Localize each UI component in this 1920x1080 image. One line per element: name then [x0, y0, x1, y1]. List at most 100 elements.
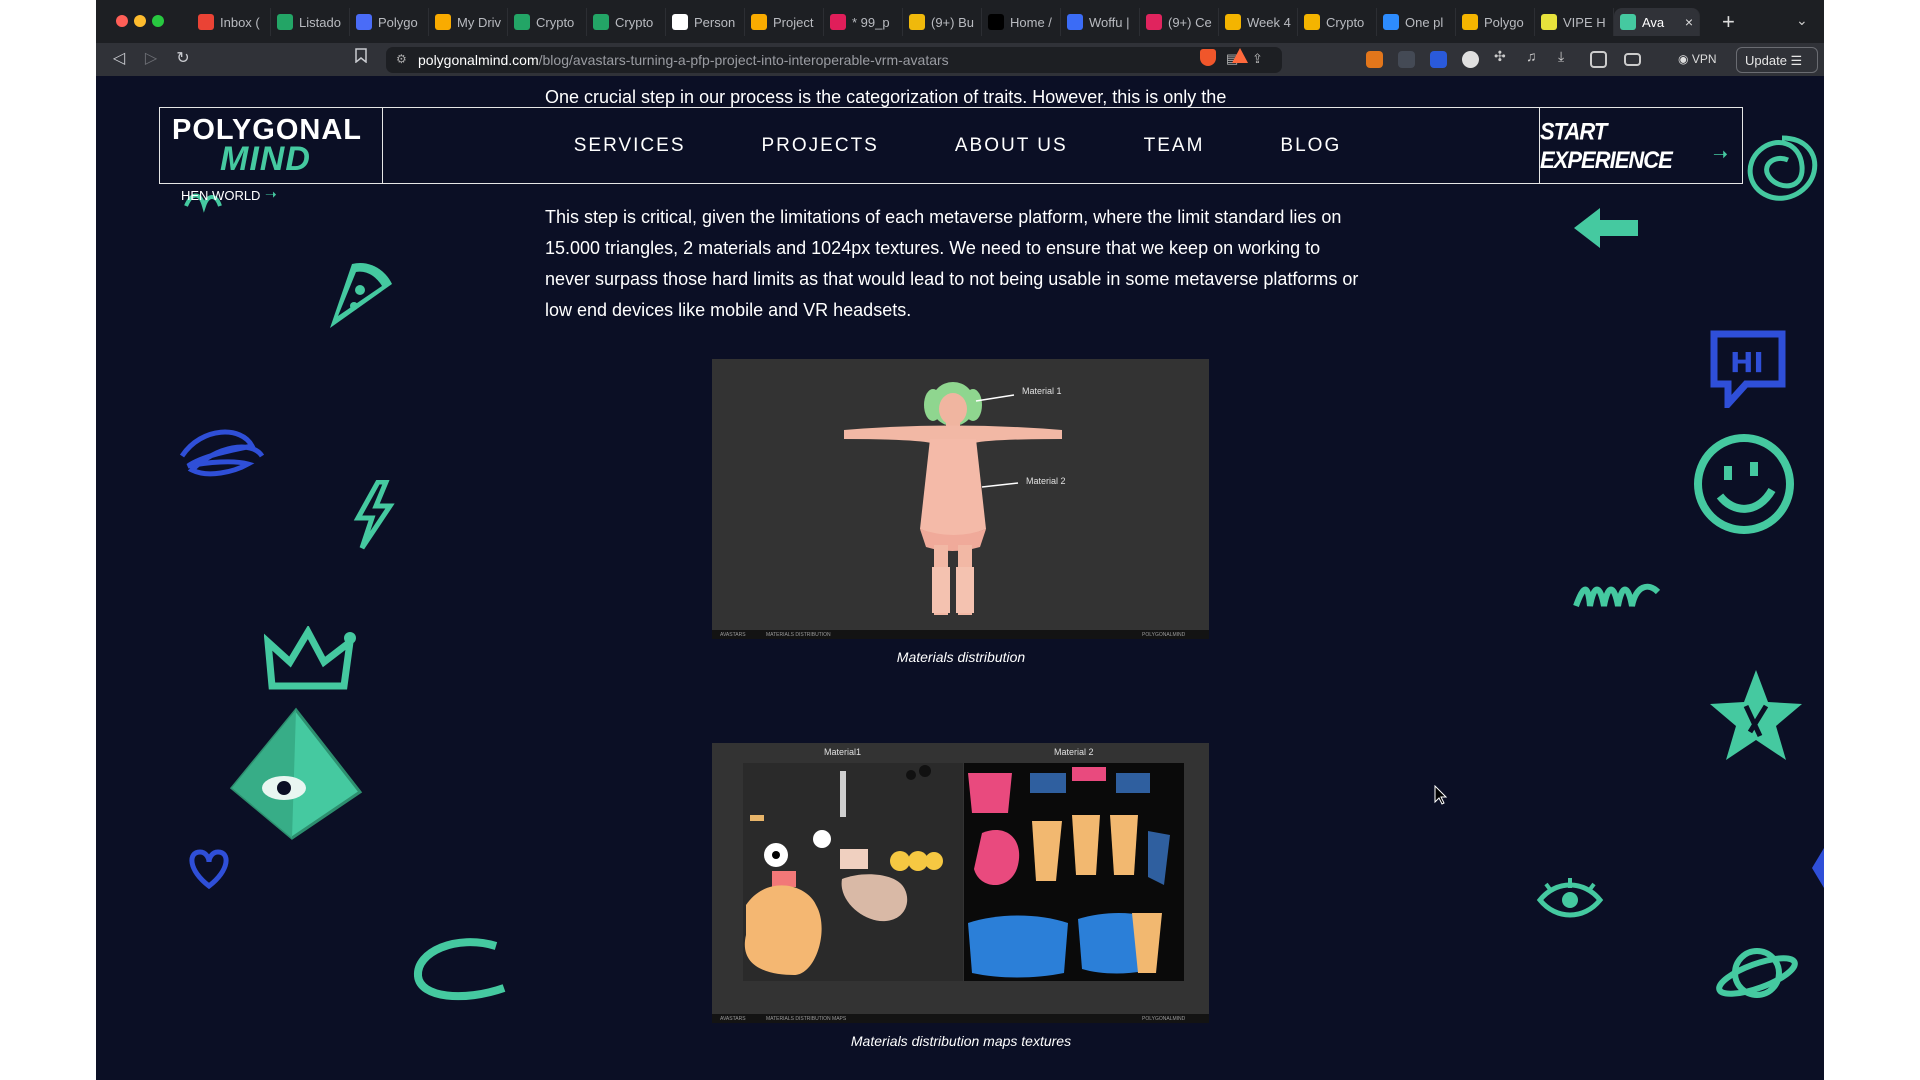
- tab-favicon-icon: [1383, 14, 1399, 30]
- tab[interactable]: Polygo: [350, 8, 429, 36]
- footer-right: POLYGONALMIND: [1142, 632, 1186, 638]
- figure-footer: AVASTARS MATERIALS DISTRIBUTION POLYGONA…: [712, 630, 1209, 639]
- reload-button[interactable]: ↻: [172, 48, 194, 68]
- pyramid-eye-icon: [229, 707, 363, 840]
- tab[interactable]: VIPE H: [1535, 8, 1614, 36]
- sidebar-toggle-icon[interactable]: [1590, 51, 1607, 68]
- blue-scribble-icon: [179, 429, 264, 477]
- back-button[interactable]: ◁: [108, 48, 130, 68]
- tab-strip: Inbox (Listado Polygo My Driv Crypto Crypto P…: [192, 8, 1700, 36]
- tab-title: Week 4: [1247, 14, 1291, 30]
- tab[interactable]: Week 4: [1219, 8, 1298, 36]
- nav-services[interactable]: SERVICES: [574, 135, 686, 157]
- crown-icon: [264, 626, 356, 690]
- tab-title: Woffu |: [1089, 14, 1130, 30]
- extension-icon[interactable]: [1398, 51, 1415, 68]
- tab-favicon-icon: [909, 14, 925, 30]
- tab[interactable]: Polygo: [1456, 8, 1535, 36]
- logo[interactable]: POLYGONAL MIND: [160, 108, 383, 183]
- tab-list-chevron-icon[interactable]: ⌄: [1796, 12, 1808, 29]
- tab[interactable]: Listado: [271, 8, 350, 36]
- tab-close-icon[interactable]: ×: [1685, 14, 1693, 30]
- tab-favicon-icon: [830, 14, 846, 30]
- extension-icon[interactable]: [1430, 51, 1447, 68]
- extensions-puzzle-icon[interactable]: ✣: [1494, 48, 1511, 65]
- logo-text-bottom: MIND: [220, 140, 311, 178]
- tab-favicon-icon: [1462, 14, 1478, 30]
- url-path: /blog/avastars-turning-a-pfp-project-int…: [538, 52, 949, 68]
- tab[interactable]: (9+) Bu: [903, 8, 982, 36]
- footer-mid: MATERIALS DISTRIBUTION: [766, 632, 831, 638]
- metamask-extension-icon[interactable]: [1366, 51, 1383, 68]
- start-experience-label: START EXPERIENCE: [1540, 116, 1673, 173]
- window-close-button[interactable]: [116, 15, 128, 27]
- scribble-circle-icon: [1747, 135, 1818, 201]
- tab-title: Listado: [299, 14, 341, 30]
- site-settings-icon[interactable]: ⚙: [396, 52, 407, 66]
- tab-favicon-icon: [593, 14, 609, 30]
- arrow-right-icon: ➝: [265, 186, 277, 202]
- tab-title: Polygo: [378, 14, 418, 30]
- tab-favicon-icon: [435, 14, 451, 30]
- lightning-icon: [353, 480, 395, 550]
- vpn-button[interactable]: ◉ VPN: [1678, 52, 1717, 66]
- tab-favicon-icon: [988, 14, 1004, 30]
- start-experience-button[interactable]: START EXPERIENCE ➝: [1539, 108, 1742, 183]
- nav-about-us[interactable]: ABOUT US: [955, 135, 1068, 157]
- tab-favicon-icon: [1541, 14, 1557, 30]
- window-maximize-button[interactable]: [152, 15, 164, 27]
- blue-shape-icon: [1812, 848, 1824, 888]
- bookmark-icon[interactable]: [350, 48, 372, 68]
- tab[interactable]: Crypto: [508, 8, 587, 36]
- browser-window: Inbox (Listado Polygo My Driv Crypto Crypto P…: [96, 0, 1824, 1080]
- share-icon[interactable]: ⇪: [1252, 51, 1263, 67]
- tab[interactable]: * 99_p: [824, 8, 903, 36]
- heart-icon: [189, 849, 229, 890]
- tab[interactable]: Crypto: [587, 8, 666, 36]
- intro-text-end: . However, this is only the: [1022, 87, 1227, 107]
- smiley-face-icon: [1694, 434, 1794, 534]
- tab[interactable]: Crypto: [1298, 8, 1377, 36]
- brave-shield-icon[interactable]: [1200, 49, 1216, 66]
- tab[interactable]: (9+) Ce: [1140, 8, 1219, 36]
- new-tab-button[interactable]: +: [1722, 10, 1735, 34]
- update-button[interactable]: Update ☰: [1736, 47, 1818, 73]
- footer-mid: MATERIALS DISTRIBUTION MAPS: [766, 1016, 847, 1022]
- address-bar[interactable]: ⚙ polygonalmind.com/blog/avastars-turnin…: [386, 47, 1282, 73]
- arrow-right-icon: ➝: [1712, 144, 1728, 164]
- nav-team[interactable]: TEAM: [1144, 135, 1205, 157]
- footer-left: AVASTARS: [720, 632, 746, 638]
- tab[interactable]: Ava ×: [1614, 8, 1700, 36]
- url-text: polygonalmind.com/blog/avastars-turning-…: [418, 52, 949, 68]
- texture-maps: [743, 763, 1184, 981]
- nav-blog[interactable]: BLOG: [1280, 135, 1341, 157]
- tab-favicon-icon: [1067, 14, 1083, 30]
- forward-button[interactable]: ▷: [140, 48, 162, 68]
- tab[interactable]: Person: [666, 8, 745, 36]
- tab-title: Crypto: [1326, 14, 1365, 30]
- tab-favicon-icon: [1225, 14, 1241, 30]
- tab-title: (9+) Ce: [1168, 14, 1212, 30]
- tab-favicon-icon: [356, 14, 372, 30]
- intro-bold-text: categorization of traits: [846, 87, 1023, 107]
- tab[interactable]: Woffu |: [1061, 8, 1140, 36]
- pizza-slice-icon: [330, 262, 392, 328]
- brave-rewards-icon[interactable]: [1232, 48, 1248, 63]
- tab[interactable]: Home /: [982, 8, 1061, 36]
- tab-favicon-icon: [1146, 14, 1162, 30]
- tab[interactable]: Project: [745, 8, 824, 36]
- site-header: POLYGONAL MIND SERVICES PROJECTS ABOUT U…: [159, 107, 1743, 184]
- extension-icon[interactable]: [1462, 51, 1479, 68]
- figure-2-caption: Materials distribution maps textures: [850, 1033, 1072, 1049]
- tab[interactable]: Inbox (: [192, 8, 271, 36]
- wallet-icon[interactable]: [1624, 53, 1641, 66]
- downloads-icon[interactable]: ⤓: [1558, 48, 1575, 65]
- mouse-cursor-icon: [1434, 785, 1448, 805]
- tab[interactable]: One pl: [1377, 8, 1456, 36]
- window-minimize-button[interactable]: [134, 15, 146, 27]
- media-music-icon[interactable]: ♫: [1526, 48, 1543, 65]
- nav-projects[interactable]: PROJECTS: [762, 135, 879, 157]
- hen-world-label[interactable]: HEN WORLD: [181, 188, 260, 203]
- tab[interactable]: My Driv: [429, 8, 508, 36]
- svg-text:HI: HI: [1730, 346, 1764, 379]
